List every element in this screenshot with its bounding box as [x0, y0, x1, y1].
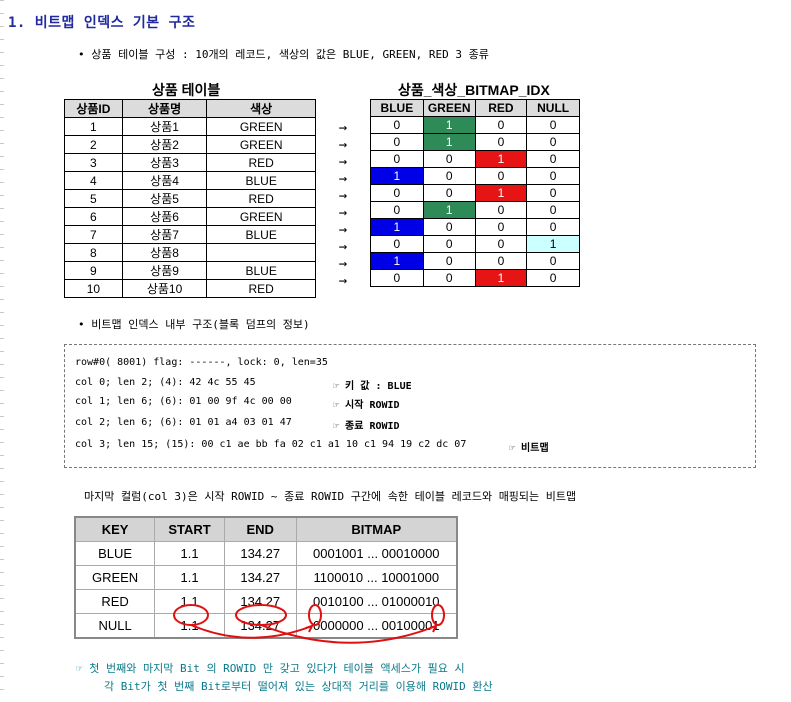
footnote-line-2: 각 Bit가 첫 번째 Bit로부터 떨어져 있는 상대적 거리를 이용해 RO…: [104, 680, 493, 693]
annotation-marks: [173, 604, 445, 644]
end-to-last-bit-arrow: [260, 624, 437, 644]
end-rowid-circle: [235, 604, 287, 626]
footnote-line-1: ☞ 첫 번째와 마지막 Bit 의 ROWID 만 갖고 있다가 테이블 액세스…: [76, 662, 465, 675]
arrowhead-1: [305, 624, 314, 633]
first-bit-circle: [308, 604, 322, 626]
footnote: ☞ 첫 번째와 마지막 Bit 의 ROWID 만 갖고 있다가 테이블 액세스…: [76, 660, 493, 696]
last-bit-circle: [431, 604, 445, 626]
start-rowid-circle: [173, 604, 209, 626]
